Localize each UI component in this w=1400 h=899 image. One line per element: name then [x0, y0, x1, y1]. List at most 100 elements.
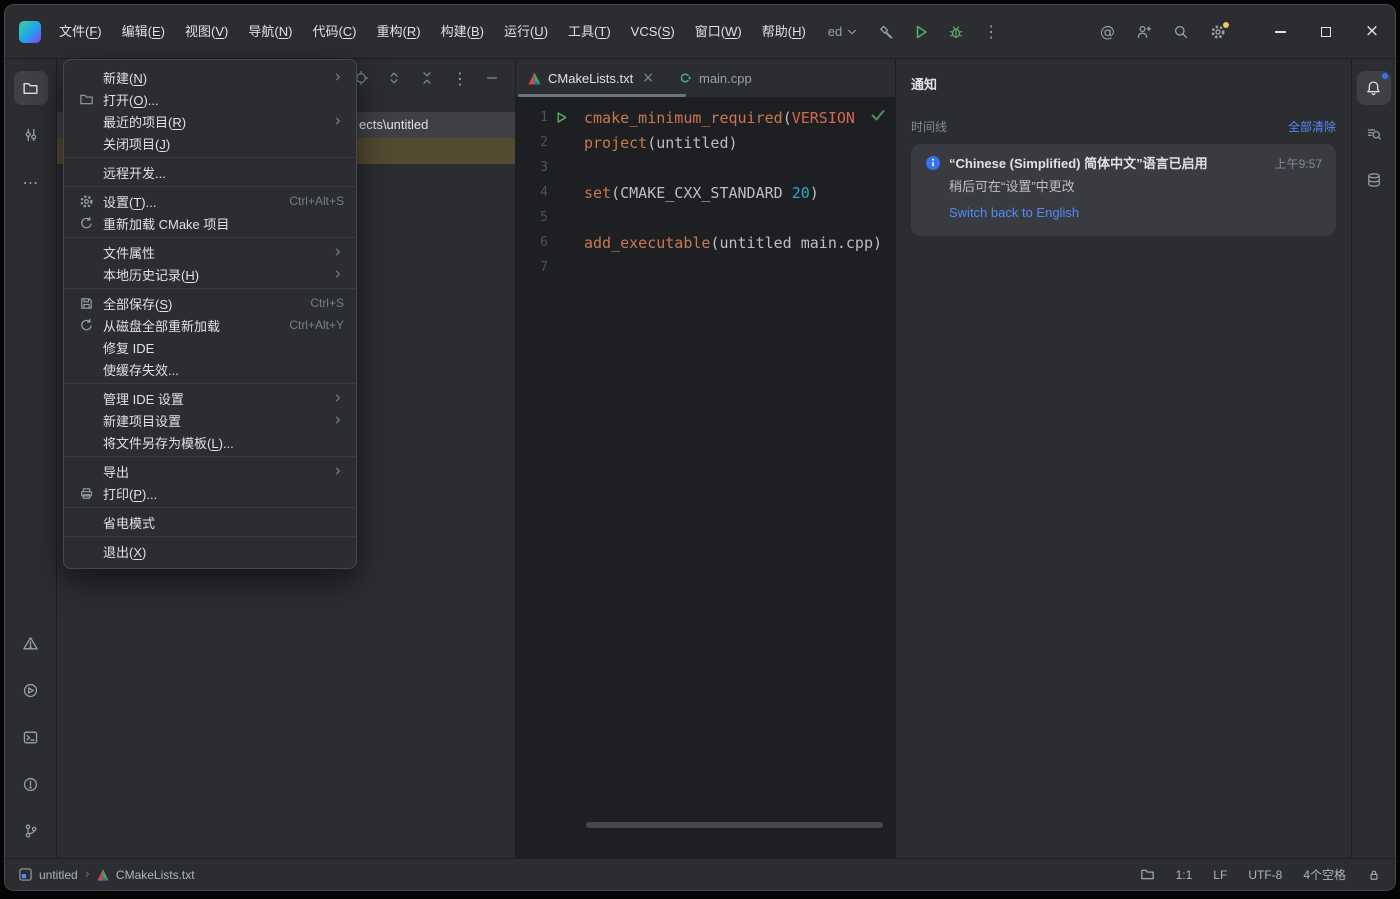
- tab-maincpp[interactable]: main.cpp: [666, 59, 764, 97]
- menu-item-remote-dev[interactable]: 远程开发...: [64, 161, 356, 183]
- build-hammer-icon[interactable]: [878, 24, 894, 40]
- menu-build[interactable]: 构建(B): [431, 5, 494, 59]
- maximize-button[interactable]: [1303, 5, 1349, 59]
- menu-item-repair-ide[interactable]: 修复 IDE: [64, 336, 356, 358]
- submenu-arrow-icon: [332, 115, 344, 127]
- menu-item-save-as-template[interactable]: 将文件另存为模板(L)...: [64, 431, 356, 453]
- menu-refactor[interactable]: 重构(R): [367, 5, 431, 59]
- timeline-label: 时间线: [911, 120, 948, 134]
- add-collaborator-icon[interactable]: [1136, 24, 1152, 40]
- cmake-file-icon: [528, 71, 541, 85]
- code-line: 5: [540, 210, 548, 225]
- menu-item-manage-ide-settings[interactable]: 管理 IDE 设置: [64, 387, 356, 409]
- encoding-widget[interactable]: UTF-8: [1248, 868, 1282, 882]
- submenu-arrow-icon: [332, 465, 344, 477]
- menu-file[interactable]: 文件(F): [49, 5, 112, 59]
- commit-icon: [23, 127, 39, 143]
- code-line: 1 cmake_minimum_required(VERSION: [540, 108, 855, 127]
- lock-icon[interactable]: [1367, 868, 1381, 882]
- menu-item-save-all[interactable]: 全部保存(S) Ctrl+S: [64, 292, 356, 314]
- database-tool-button[interactable]: [1357, 163, 1391, 197]
- menu-item-power-save[interactable]: 省电模式: [64, 511, 356, 533]
- save-icon: [78, 295, 94, 311]
- collapse-all-icon[interactable]: [419, 70, 435, 86]
- menu-run[interactable]: 运行(U): [494, 5, 558, 59]
- menu-item-recent-projects[interactable]: 最近的项目(R): [64, 110, 356, 132]
- submenu-arrow-icon: [332, 268, 344, 280]
- minimize-button[interactable]: [1257, 5, 1303, 59]
- breadcrumb: untitled › CMakeLists.txt: [19, 867, 195, 882]
- breadcrumb-file[interactable]: CMakeLists.txt: [116, 868, 195, 882]
- services-tool-button[interactable]: [14, 673, 48, 707]
- code-with-me-at-icon[interactable]: @: [1100, 23, 1115, 41]
- menu-separator: [64, 536, 356, 537]
- hide-panel-icon[interactable]: [485, 71, 499, 85]
- problems-tool-button[interactable]: [14, 626, 48, 660]
- commit-tool-button[interactable]: [14, 118, 48, 152]
- terminal-tool-button[interactable]: [14, 720, 48, 754]
- indent-widget[interactable]: 4个空格: [1303, 866, 1346, 883]
- run-line-icon[interactable]: [548, 112, 576, 123]
- menu-edit[interactable]: 编辑(E): [112, 5, 175, 59]
- menu-item-invalidate-caches[interactable]: 使缓存失效...: [64, 358, 356, 380]
- breadcrumb-project[interactable]: untitled: [39, 868, 78, 882]
- menu-navigate[interactable]: 导航(N): [238, 5, 302, 59]
- code-line: 2 project(untitled): [540, 133, 738, 152]
- run-button-icon[interactable]: [913, 24, 929, 40]
- settings-gear-icon[interactable]: [1210, 21, 1229, 40]
- menu-item-exit[interactable]: 退出(X): [64, 540, 356, 562]
- status-folder-icon[interactable]: [1140, 867, 1155, 882]
- menu-item-new-project-settings[interactable]: 新建项目设置: [64, 409, 356, 431]
- close-button[interactable]: ×: [1349, 5, 1395, 59]
- project-options-icon[interactable]: ⋮: [452, 69, 468, 88]
- project-tool-button[interactable]: [13, 71, 48, 105]
- window-controls: ×: [1257, 5, 1395, 59]
- menu-vcs[interactable]: VCS(S): [621, 5, 685, 59]
- expand-all-icon[interactable]: [386, 70, 402, 86]
- code-editor[interactable]: 1 cmake_minimum_required(VERSION 2 proje…: [516, 97, 895, 858]
- problems-info-tool-button[interactable]: [14, 767, 48, 801]
- caret-position-widget[interactable]: 1:1: [1176, 868, 1193, 882]
- close-tab-icon[interactable]: ×: [642, 71, 654, 85]
- menu-tools[interactable]: 工具(T): [558, 5, 621, 59]
- menu-item-close-project[interactable]: 关闭项目(J): [64, 132, 356, 154]
- find-tool-button[interactable]: [1357, 117, 1391, 151]
- inspection-ok-icon[interactable]: [870, 108, 886, 122]
- notifications-tool-button[interactable]: [1356, 71, 1391, 105]
- switch-language-link[interactable]: Switch back to English: [949, 205, 1079, 220]
- project-icon: [19, 868, 32, 881]
- status-bar: untitled › CMakeLists.txt 1:1 LF UTF-8 4…: [5, 858, 1395, 890]
- horizontal-scrollbar[interactable]: [586, 822, 883, 828]
- debug-bug-icon[interactable]: [948, 24, 964, 40]
- code-line: 6 add_executable(untitled main.cpp): [540, 233, 883, 252]
- folder-icon: [22, 80, 39, 97]
- menu-item-new[interactable]: 新建(N): [64, 66, 356, 88]
- more-tool-windows-button[interactable]: ⋯: [14, 165, 48, 199]
- menu-separator: [64, 157, 356, 158]
- update-badge: [1223, 21, 1229, 28]
- notification-title: “Chinese (Simplified) 简体中文”语言已启用: [949, 156, 1208, 171]
- menu-help[interactable]: 帮助(H): [752, 5, 816, 59]
- menu-item-reload-cmake[interactable]: 重新加载 CMake 项目: [64, 212, 356, 234]
- menu-item-export[interactable]: 导出: [64, 460, 356, 482]
- menu-item-reload-from-disk[interactable]: 从磁盘全部重新加载 Ctrl+Alt+Y: [64, 314, 356, 336]
- menu-item-local-history[interactable]: 本地历史记录(H): [64, 263, 356, 285]
- run-config-selector[interactable]: ed: [828, 24, 859, 39]
- search-everywhere-icon[interactable]: [1173, 24, 1189, 40]
- menu-item-settings[interactable]: 设置(T)... Ctrl+Alt+S: [64, 190, 356, 212]
- left-tool-stripe: ⋯: [5, 59, 57, 858]
- tab-cmakelists[interactable]: CMakeLists.txt ×: [516, 59, 666, 97]
- menu-view[interactable]: 视图(V): [175, 5, 238, 59]
- menu-item-open[interactable]: 打开(O)...: [64, 88, 356, 110]
- version-control-tool-button[interactable]: [14, 814, 48, 848]
- menu-code[interactable]: 代码(C): [302, 5, 366, 59]
- submenu-arrow-icon: [332, 414, 344, 426]
- menu-window[interactable]: 窗口(W): [685, 5, 752, 59]
- code-line: 4 set(CMAKE_CXX_STANDARD 20): [540, 183, 819, 202]
- clear-all-link[interactable]: 全部清除: [1288, 118, 1336, 135]
- code-line: 3: [540, 160, 548, 175]
- menu-item-file-properties[interactable]: 文件属性: [64, 241, 356, 263]
- menu-item-print[interactable]: 打印(P)...: [64, 482, 356, 504]
- more-actions-icon[interactable]: ⋮: [983, 22, 999, 41]
- line-ending-widget[interactable]: LF: [1213, 868, 1227, 882]
